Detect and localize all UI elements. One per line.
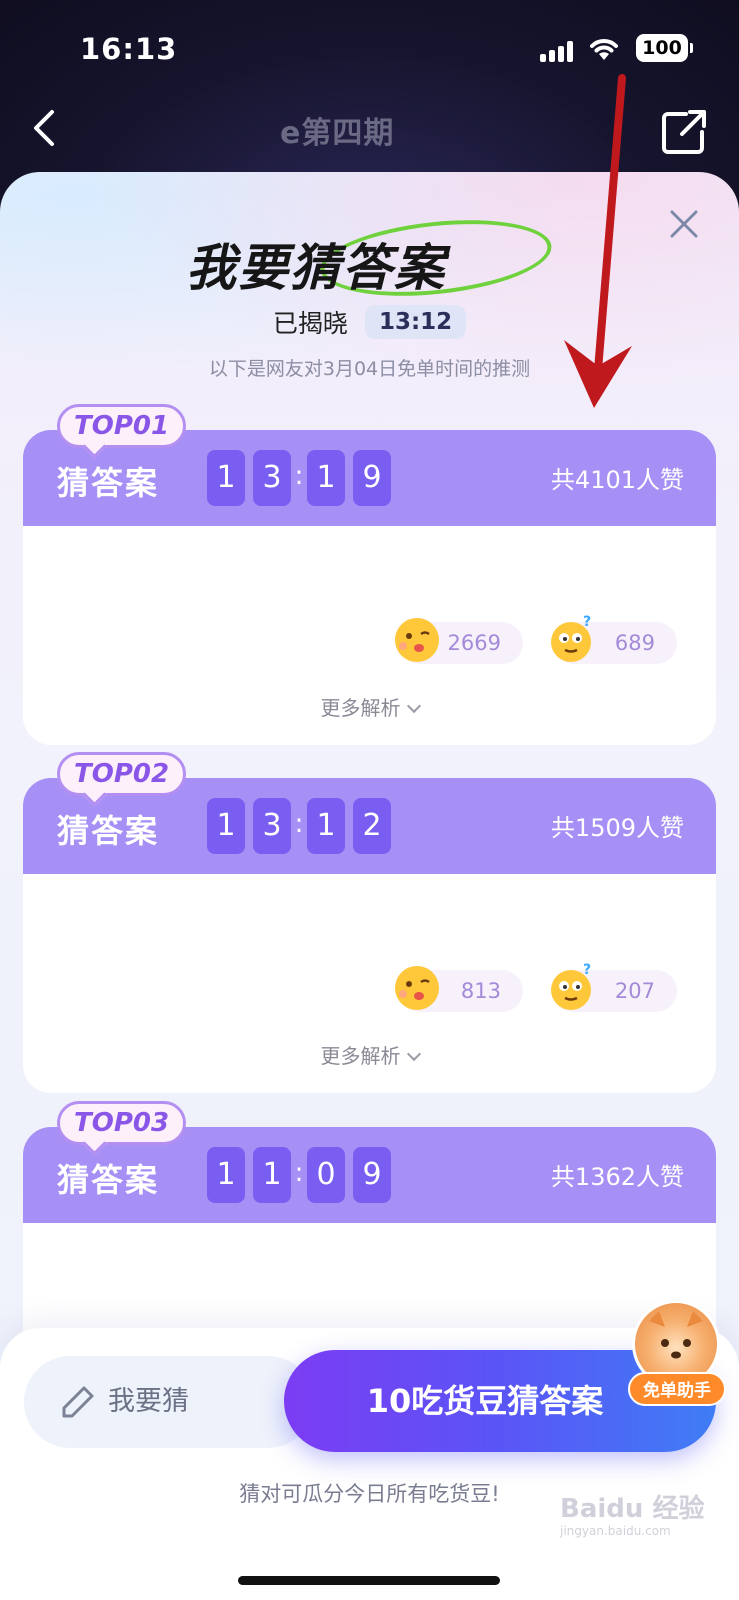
revealed-label: 已揭晓: [272, 309, 348, 338]
digit-box: 1: [207, 1147, 245, 1203]
card-guess-label: 猜答案: [57, 464, 160, 502]
digit-box: 2: [353, 798, 391, 854]
modal-title-group: 我要猜答案: [180, 210, 560, 306]
digit-box: 1: [207, 450, 245, 506]
reaction-row: 2669 ? 689: [23, 614, 716, 670]
battery-icon: 100: [636, 34, 693, 62]
my-guess-label: 我要猜: [108, 1386, 189, 1417]
svg-text:?: ?: [583, 962, 591, 978]
time-colon: :: [294, 1158, 304, 1188]
digit-box: 1: [307, 450, 345, 506]
status-time: 16:13: [80, 32, 178, 66]
rank-badge: TOP02: [57, 752, 187, 796]
cellular-signal-icon: [540, 40, 576, 62]
modal-title: 我要猜答案: [186, 239, 446, 297]
more-analysis-label: 更多解析: [320, 696, 401, 720]
kiss-emoji-icon: [395, 966, 439, 1010]
thinking-reaction-button[interactable]: ? 207: [551, 962, 677, 1012]
rank-badge: TOP03: [57, 1101, 187, 1145]
thinking-reaction-button[interactable]: ? 689: [551, 614, 677, 664]
back-arrow-icon[interactable]: [26, 106, 66, 150]
digit-box: 3: [253, 450, 291, 506]
more-analysis-link[interactable]: 更多解析: [23, 1040, 716, 1069]
chevron-down-icon: [406, 698, 421, 714]
close-icon[interactable]: [664, 204, 704, 244]
revealed-row: 已揭晓 13:12: [0, 304, 739, 340]
digit-box: 9: [353, 1147, 391, 1203]
chevron-down-icon: [406, 1046, 421, 1062]
digit-box: 9: [353, 450, 391, 506]
my-guess-button[interactable]: 我要猜: [24, 1356, 314, 1448]
total-likes: 共4101人赞: [550, 466, 684, 494]
baidu-watermark-url: jingyan.baidu.com: [560, 1524, 671, 1538]
home-indicator: [238, 1576, 500, 1585]
more-analysis-label: 更多解析: [320, 1044, 401, 1068]
total-likes: 共1509人赞: [550, 814, 684, 842]
kiss-emoji-icon: [395, 618, 439, 662]
total-likes: 共1362人赞: [550, 1163, 684, 1191]
guess-card: 猜答案 1 3 : 1 2 共1509人赞 TOP02 813 ? 207 更多…: [23, 752, 716, 1093]
thinking-emoji-icon: ?: [551, 614, 591, 662]
bottom-action-bar: 我要猜 10吃货豆猜答案 免单助手 猜对可瓜分今日所有吃货豆! Baidu 经验…: [0, 1300, 739, 1600]
helper-label: 免单助手: [628, 1372, 726, 1406]
time-colon: :: [294, 809, 304, 839]
kiss-reaction-button[interactable]: 2669: [395, 618, 523, 664]
digit-box: 1: [207, 798, 245, 854]
share-icon[interactable]: [660, 108, 708, 156]
reaction-count: 2669: [447, 631, 501, 655]
wifi-icon: [590, 39, 618, 60]
more-analysis-link[interactable]: 更多解析: [23, 692, 716, 721]
kiss-reaction-button[interactable]: 813: [395, 966, 523, 1012]
reaction-count: 813: [460, 979, 501, 1003]
guess-card: 猜答案 1 3 : 1 9 共4101人赞 TOP01 2669 ? 689 更…: [23, 404, 716, 745]
reaction-row: 813 ? 207: [23, 962, 716, 1018]
card-guess-label: 猜答案: [57, 1161, 160, 1199]
reaction-count: 689: [614, 631, 655, 655]
top-bar: 16:13 100 e第四期: [0, 0, 739, 200]
digit-box: 3: [253, 798, 291, 854]
time-colon: :: [294, 461, 304, 491]
pencil-icon: [62, 1386, 94, 1418]
digit-box: 1: [253, 1147, 291, 1203]
baidu-watermark: Baidu 经验: [560, 1494, 705, 1524]
rank-badge: TOP01: [57, 404, 187, 448]
thinking-emoji-icon: ?: [551, 962, 591, 1010]
status-bar: 16:13 100: [0, 30, 739, 70]
reaction-count: 207: [614, 979, 655, 1003]
digit-box: 1: [307, 798, 345, 854]
modal-subtitle: 以下是网友对3月04日免单时间的推测: [208, 358, 531, 380]
revealed-time-badge: 13:12: [364, 305, 467, 339]
period-logo: e第四期: [280, 116, 395, 151]
free-order-helper-button[interactable]: 免单助手: [628, 1300, 726, 1418]
card-guess-label: 猜答案: [57, 812, 160, 850]
svg-text:?: ?: [583, 614, 591, 630]
digit-box: 0: [307, 1147, 345, 1203]
